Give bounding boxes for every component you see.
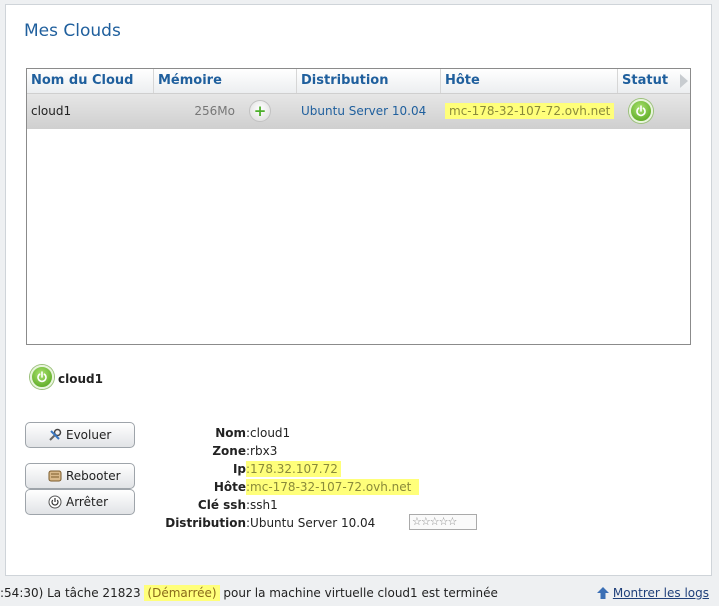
grid-header: Nom du Cloud Mémoire Distribution Hôte S…: [27, 69, 690, 94]
clouds-grid: Nom du Cloud Mémoire Distribution Hôte S…: [26, 68, 691, 345]
status-message: :54:30) La tâche 21823 (Démarrée) pour l…: [0, 582, 498, 604]
status-power-icon[interactable]: [629, 99, 653, 123]
cell-cloud-name: cloud1: [31, 104, 72, 118]
stop-button[interactable]: Arrêter: [25, 489, 135, 515]
status-suffix: pour la machine virtuelle cloud1 est ter…: [219, 586, 498, 600]
power-icon: [48, 495, 62, 509]
server-icon: [48, 470, 62, 482]
cell-distribution: Ubuntu Server 10.04: [301, 104, 427, 118]
selected-status-power-icon: [30, 365, 54, 389]
show-logs-label: Montrer les logs: [612, 586, 709, 600]
detail-distribution-label: Distribution: [165, 516, 246, 530]
evolve-label: Evoluer: [66, 428, 112, 442]
detail-ssh-value: :ssh1: [246, 498, 278, 512]
detail-name-value: :cloud1: [246, 426, 291, 440]
scroll-right-icon[interactable]: [680, 74, 688, 88]
add-memory-button[interactable]: +: [249, 100, 271, 122]
reboot-button[interactable]: Rebooter: [25, 463, 135, 489]
rating-stars[interactable]: ☆☆☆☆☆: [409, 514, 477, 530]
column-header-distribution[interactable]: Distribution: [297, 69, 441, 93]
detail-zone-value: :rbx3: [246, 444, 278, 458]
cell-host: mc-178-32-107-72.ovh.net: [445, 103, 615, 119]
detail-ip-value: :178.32.107.72: [246, 461, 341, 477]
column-header-name[interactable]: Nom du Cloud: [27, 69, 154, 93]
detail-zone-label: Zone: [212, 444, 246, 458]
detail-ssh-label: Clé ssh: [197, 498, 246, 512]
detail-ip-label: Ip: [232, 462, 246, 476]
status-state: (Démarrée): [144, 585, 220, 601]
status-bar: :54:30) La tâche 21823 (Démarrée) pour l…: [0, 582, 719, 606]
selected-cloud-name: cloud1: [58, 372, 103, 386]
column-header-host[interactable]: Hôte: [441, 69, 618, 93]
arrow-up-icon: [596, 587, 609, 599]
stop-label: Arrêter: [66, 495, 109, 509]
detail-host-label: Hôte: [213, 480, 246, 494]
status-prefix: :54:30) La tâche 21823: [0, 586, 145, 600]
reboot-label: Rebooter: [66, 469, 121, 483]
show-logs-link[interactable]: Montrer les logs: [596, 582, 709, 604]
detail-name-label: Nom: [215, 426, 246, 440]
detail-host-value: :mc-178-32-107-72.ovh.net: [246, 479, 420, 495]
detail-distribution-value: :Ubuntu Server 10.04: [246, 516, 376, 530]
evolve-button[interactable]: Evoluer: [25, 422, 135, 448]
page-title: Mes Clouds: [24, 21, 121, 41]
tools-icon: [49, 428, 62, 441]
column-header-memory[interactable]: Mémoire: [154, 69, 297, 93]
cell-memory: 256Mo: [194, 104, 235, 118]
table-row[interactable]: cloud1 256Mo + Ubuntu Server 10.04 mc-17…: [27, 94, 690, 129]
